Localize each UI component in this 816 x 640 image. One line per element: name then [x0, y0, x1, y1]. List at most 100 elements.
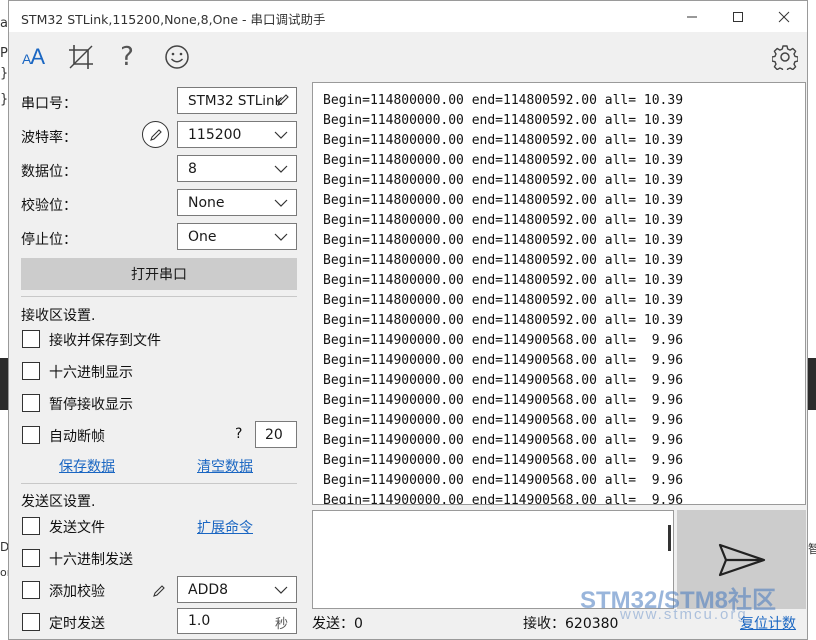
crop-icon	[69, 45, 93, 69]
background-fragment: 智	[808, 542, 816, 556]
baud-value: 115200	[188, 126, 242, 143]
auto-break-help[interactable]: ?	[235, 426, 242, 442]
baud-label: 波特率：	[21, 130, 77, 146]
port-label: 串口号：	[21, 96, 77, 112]
auto-break-checkbox[interactable]	[22, 426, 40, 444]
receive-line: Begin=114800000.00 end=114800592.00 all=…	[323, 213, 684, 228]
receive-line: Begin=114900000.00 end=114900568.00 all=…	[323, 413, 684, 428]
extend-command-link[interactable]: 扩展命令	[197, 517, 253, 537]
font-size-icon: AA	[21, 44, 45, 69]
edit-icon[interactable]	[151, 583, 167, 599]
receive-line: Begin=114800000.00 end=114800592.00 all=…	[323, 173, 684, 188]
save-data-link[interactable]: 保存数据	[59, 456, 115, 476]
title-bar: STM32 STLink,115200,None,8,One - 串口调试助手	[9, 1, 807, 32]
receive-line: Begin=114900000.00 end=114900568.00 all=…	[323, 333, 684, 348]
hex-display-label: 十六进制显示	[49, 365, 133, 381]
chevron-down-icon	[274, 233, 288, 241]
hex-send-label: 十六进制发送	[49, 552, 133, 568]
parity-value: None	[188, 194, 225, 211]
receive-line: Begin=114800000.00 end=114800592.00 all=…	[323, 133, 684, 148]
minimize-button[interactable]	[669, 1, 715, 32]
maximize-icon	[733, 11, 743, 22]
edit-icon	[149, 128, 162, 141]
data-bits-label: 数据位：	[21, 164, 77, 180]
send-arrow-icon	[718, 543, 765, 576]
close-icon	[778, 11, 790, 22]
receive-line: Begin=114900000.00 end=114900568.00 all=…	[323, 393, 684, 408]
auto-break-label: 自动断帧	[49, 429, 105, 445]
receive-line: Begin=114800000.00 end=114800592.00 all=…	[323, 313, 684, 328]
add-checksum-label: 添加校验	[49, 584, 105, 600]
chevron-down-icon	[274, 586, 288, 594]
save-to-file-label: 接收并保存到文件	[49, 333, 161, 349]
checksum-value: ADD8	[188, 581, 229, 598]
receive-line: Begin=114900000.00 end=114900568.00 all=…	[323, 433, 684, 448]
receive-line: Begin=114800000.00 end=114800592.00 all=…	[323, 273, 684, 288]
help-button[interactable]: ?	[111, 41, 143, 73]
save-to-file-checkbox[interactable]	[22, 330, 40, 348]
background-dark-band	[808, 358, 816, 410]
chevron-down-icon	[274, 199, 288, 207]
receive-line: Begin=114800000.00 end=114800592.00 all=…	[323, 93, 684, 108]
port-select[interactable]: STM32 STLink	[177, 87, 297, 114]
receive-line: Begin=114900000.00 end=114900568.00 all=…	[323, 493, 684, 505]
background-fragment: P	[0, 46, 8, 61]
receive-settings-heading: 接收区设置.	[21, 308, 96, 324]
timed-send-label: 定时发送	[49, 616, 105, 632]
serial-assistant-window: STM32 STLink,115200,None,8,One - 串口调试助手 …	[8, 0, 808, 640]
crop-button[interactable]	[65, 41, 97, 73]
receive-line: Begin=114900000.00 end=114900568.00 all=…	[323, 453, 684, 468]
received-count: 接收：620380	[523, 616, 619, 632]
parity-select[interactable]: None	[177, 189, 297, 216]
divider	[21, 483, 297, 484]
receive-line: Begin=114800000.00 end=114800592.00 all=…	[323, 113, 684, 128]
send-file-checkbox[interactable]	[22, 517, 40, 535]
parity-label: 校验位：	[21, 198, 77, 214]
watermark-url: www.stmcu.org	[620, 606, 748, 623]
receive-line: Begin=114800000.00 end=114800592.00 all=…	[323, 293, 684, 308]
timed-interval-input[interactable]: 1.0 秒	[177, 608, 297, 634]
clear-data-link[interactable]: 清空数据	[197, 456, 253, 476]
stop-bits-select[interactable]: One	[177, 223, 297, 250]
port-value: STM32 STLink	[188, 92, 283, 109]
smiley-button[interactable]	[161, 41, 193, 73]
background-fragment: a	[0, 16, 8, 31]
baud-edit-button[interactable]	[142, 121, 169, 148]
add-checksum-checkbox[interactable]	[22, 581, 40, 599]
window-title: STM32 STLink,115200,None,8,One - 串口调试助手	[21, 12, 326, 27]
pause-display-checkbox[interactable]	[22, 394, 40, 412]
hex-send-checkbox[interactable]	[22, 549, 40, 567]
background-dark-band	[0, 358, 8, 410]
font-size-button[interactable]: AA	[17, 41, 49, 73]
scrollbar-thumb[interactable]	[668, 525, 671, 551]
baud-select[interactable]: 115200	[177, 121, 297, 148]
auto-break-value: 20	[265, 426, 283, 443]
settings-button[interactable]	[769, 41, 801, 73]
sent-count: 发送：0	[312, 616, 363, 632]
receive-area[interactable]: Begin=114800000.00 end=114800592.00 all=…	[312, 82, 806, 505]
receive-line: Begin=114800000.00 end=114800592.00 all=…	[323, 193, 684, 208]
pause-display-label: 暂停接收显示	[49, 397, 133, 413]
timed-interval-value: 1.0	[188, 613, 211, 629]
checksum-select[interactable]: ADD8	[177, 576, 297, 603]
send-file-label: 发送文件	[49, 520, 105, 536]
receive-line: Begin=114800000.00 end=114800592.00 all=…	[323, 233, 684, 248]
close-button[interactable]	[761, 1, 807, 32]
receive-line: Begin=114900000.00 end=114900568.00 all=…	[323, 473, 684, 488]
timed-unit-label: 秒	[274, 617, 288, 632]
data-bits-value: 8	[188, 160, 197, 177]
open-port-button[interactable]: 打开串口	[21, 258, 297, 290]
maximize-button[interactable]	[715, 1, 761, 32]
minimize-icon	[687, 16, 697, 17]
chevron-down-icon	[274, 131, 288, 139]
timed-send-checkbox[interactable]	[22, 613, 40, 631]
divider	[21, 296, 297, 297]
reset-count-link[interactable]: 复位计数	[740, 613, 796, 633]
data-bits-select[interactable]: 8	[177, 155, 297, 182]
receive-line: Begin=114900000.00 end=114900568.00 all=…	[323, 353, 684, 368]
receive-text: Begin=114800000.00 end=114800592.00 all=…	[323, 91, 684, 505]
hex-display-checkbox[interactable]	[22, 362, 40, 380]
pencil-icon	[277, 94, 289, 106]
auto-break-input[interactable]: 20	[255, 421, 297, 448]
receive-line: Begin=114800000.00 end=114800592.00 all=…	[323, 253, 684, 268]
